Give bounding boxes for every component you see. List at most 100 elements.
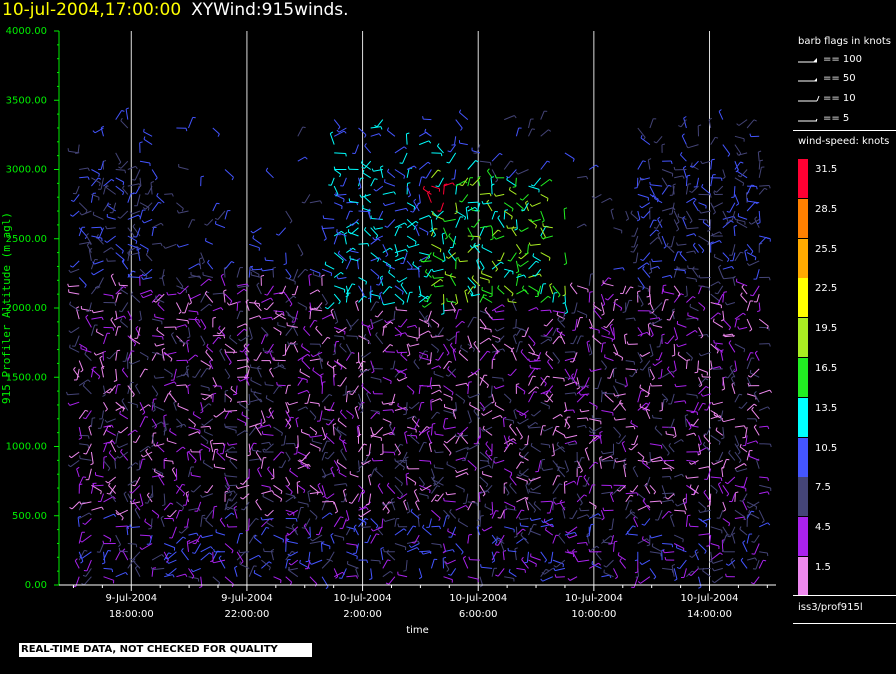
wind-barb — [601, 326, 610, 336]
wind-barb — [382, 191, 396, 195]
wind-barb — [454, 202, 458, 215]
wind-barb — [187, 327, 191, 339]
wind-barb — [738, 401, 748, 409]
wind-barb — [325, 432, 335, 445]
wind-barb — [332, 365, 337, 378]
wind-barb — [288, 567, 298, 571]
wind-barb — [602, 280, 614, 287]
wind-barb — [446, 298, 456, 303]
wind-barb — [394, 257, 406, 262]
wind-barb — [692, 200, 699, 212]
wind-barb — [603, 318, 614, 329]
wind-barb — [262, 493, 274, 503]
wind-barb — [383, 518, 396, 522]
wind-barb — [687, 265, 699, 270]
wind-barb — [431, 343, 440, 353]
wind-barb — [710, 484, 718, 494]
wind-barb — [528, 488, 541, 495]
wind-barb — [661, 485, 667, 499]
wind-barb — [467, 460, 477, 471]
wind-barb — [382, 247, 393, 254]
wind-barb — [188, 293, 192, 305]
wind-barb — [671, 343, 676, 357]
wind-barb — [698, 385, 709, 395]
wind-barb — [345, 527, 354, 536]
wind-barb — [119, 410, 129, 420]
wind-barb — [370, 178, 378, 187]
wind-barb — [115, 534, 122, 547]
wind-barb — [558, 532, 566, 544]
wind-barb — [746, 440, 759, 445]
wind-barb — [649, 317, 661, 321]
wind-barb — [540, 129, 552, 137]
wind-barb — [506, 169, 517, 179]
wind-barb — [140, 293, 153, 299]
wind-barb — [324, 493, 335, 500]
wind-barb — [690, 162, 699, 170]
wind-barb — [85, 314, 92, 328]
wind-barb — [613, 402, 624, 411]
wind-barb — [253, 534, 262, 544]
wind-barb — [751, 543, 760, 555]
wind-barb — [68, 268, 80, 273]
wind-barb — [290, 269, 299, 281]
wind-barb — [479, 401, 486, 412]
wind-barb — [491, 335, 501, 342]
wind-barb — [602, 507, 614, 512]
wind-barb — [352, 144, 359, 154]
wind-barb — [503, 269, 513, 278]
wind-barb — [413, 489, 420, 503]
wind-barb — [200, 318, 207, 331]
wind-barb — [613, 227, 623, 234]
wind-barb — [684, 285, 688, 298]
wind-barb — [134, 327, 141, 339]
wind-barb — [410, 508, 420, 519]
wind-barb — [144, 493, 153, 504]
wind-barb — [431, 318, 440, 328]
wind-barb — [710, 559, 723, 564]
wind-barb — [751, 406, 760, 420]
speed-swatch — [798, 318, 808, 358]
wind-barb — [740, 557, 748, 569]
wind-barb — [203, 509, 214, 520]
wind-barb — [69, 301, 80, 312]
wind-barb — [125, 107, 130, 120]
wind-barb — [382, 376, 392, 384]
wind-barb — [417, 513, 421, 527]
wind-barb — [479, 515, 484, 527]
wind-barb — [640, 135, 651, 146]
wind-barb — [345, 343, 352, 356]
wind-barb — [139, 209, 146, 220]
wind-barb — [200, 402, 204, 414]
wind-barb — [462, 555, 469, 569]
wind-barb — [226, 523, 238, 528]
wind-barb — [188, 116, 196, 129]
wind-barb — [620, 285, 627, 294]
wind-barb — [363, 227, 372, 237]
wind-barb — [622, 302, 627, 313]
wind-barb — [261, 490, 275, 495]
wind-barb — [321, 227, 327, 241]
wind-barb — [649, 318, 663, 325]
wind-barb — [640, 252, 651, 262]
wind-barb — [676, 320, 687, 328]
speed-swatch — [798, 517, 808, 557]
wind-barb — [153, 375, 165, 379]
wind-barb — [135, 383, 141, 395]
speed-swatch-label: 1.5 — [815, 562, 831, 573]
wind-barb — [734, 393, 743, 403]
wind-barb — [718, 264, 724, 278]
wind-barb — [293, 341, 299, 353]
wind-barb — [455, 309, 462, 320]
wind-barb — [247, 443, 251, 457]
wind-barb — [154, 343, 165, 347]
wind-barb — [212, 505, 218, 519]
wind-barb — [226, 442, 238, 446]
wind-barb — [531, 410, 542, 417]
wind-barb — [516, 385, 526, 395]
wind-barb — [139, 534, 152, 539]
wind-barb — [528, 285, 539, 295]
wind-barb — [758, 509, 765, 524]
wind-barb — [190, 472, 201, 478]
wind-barb — [328, 177, 335, 186]
